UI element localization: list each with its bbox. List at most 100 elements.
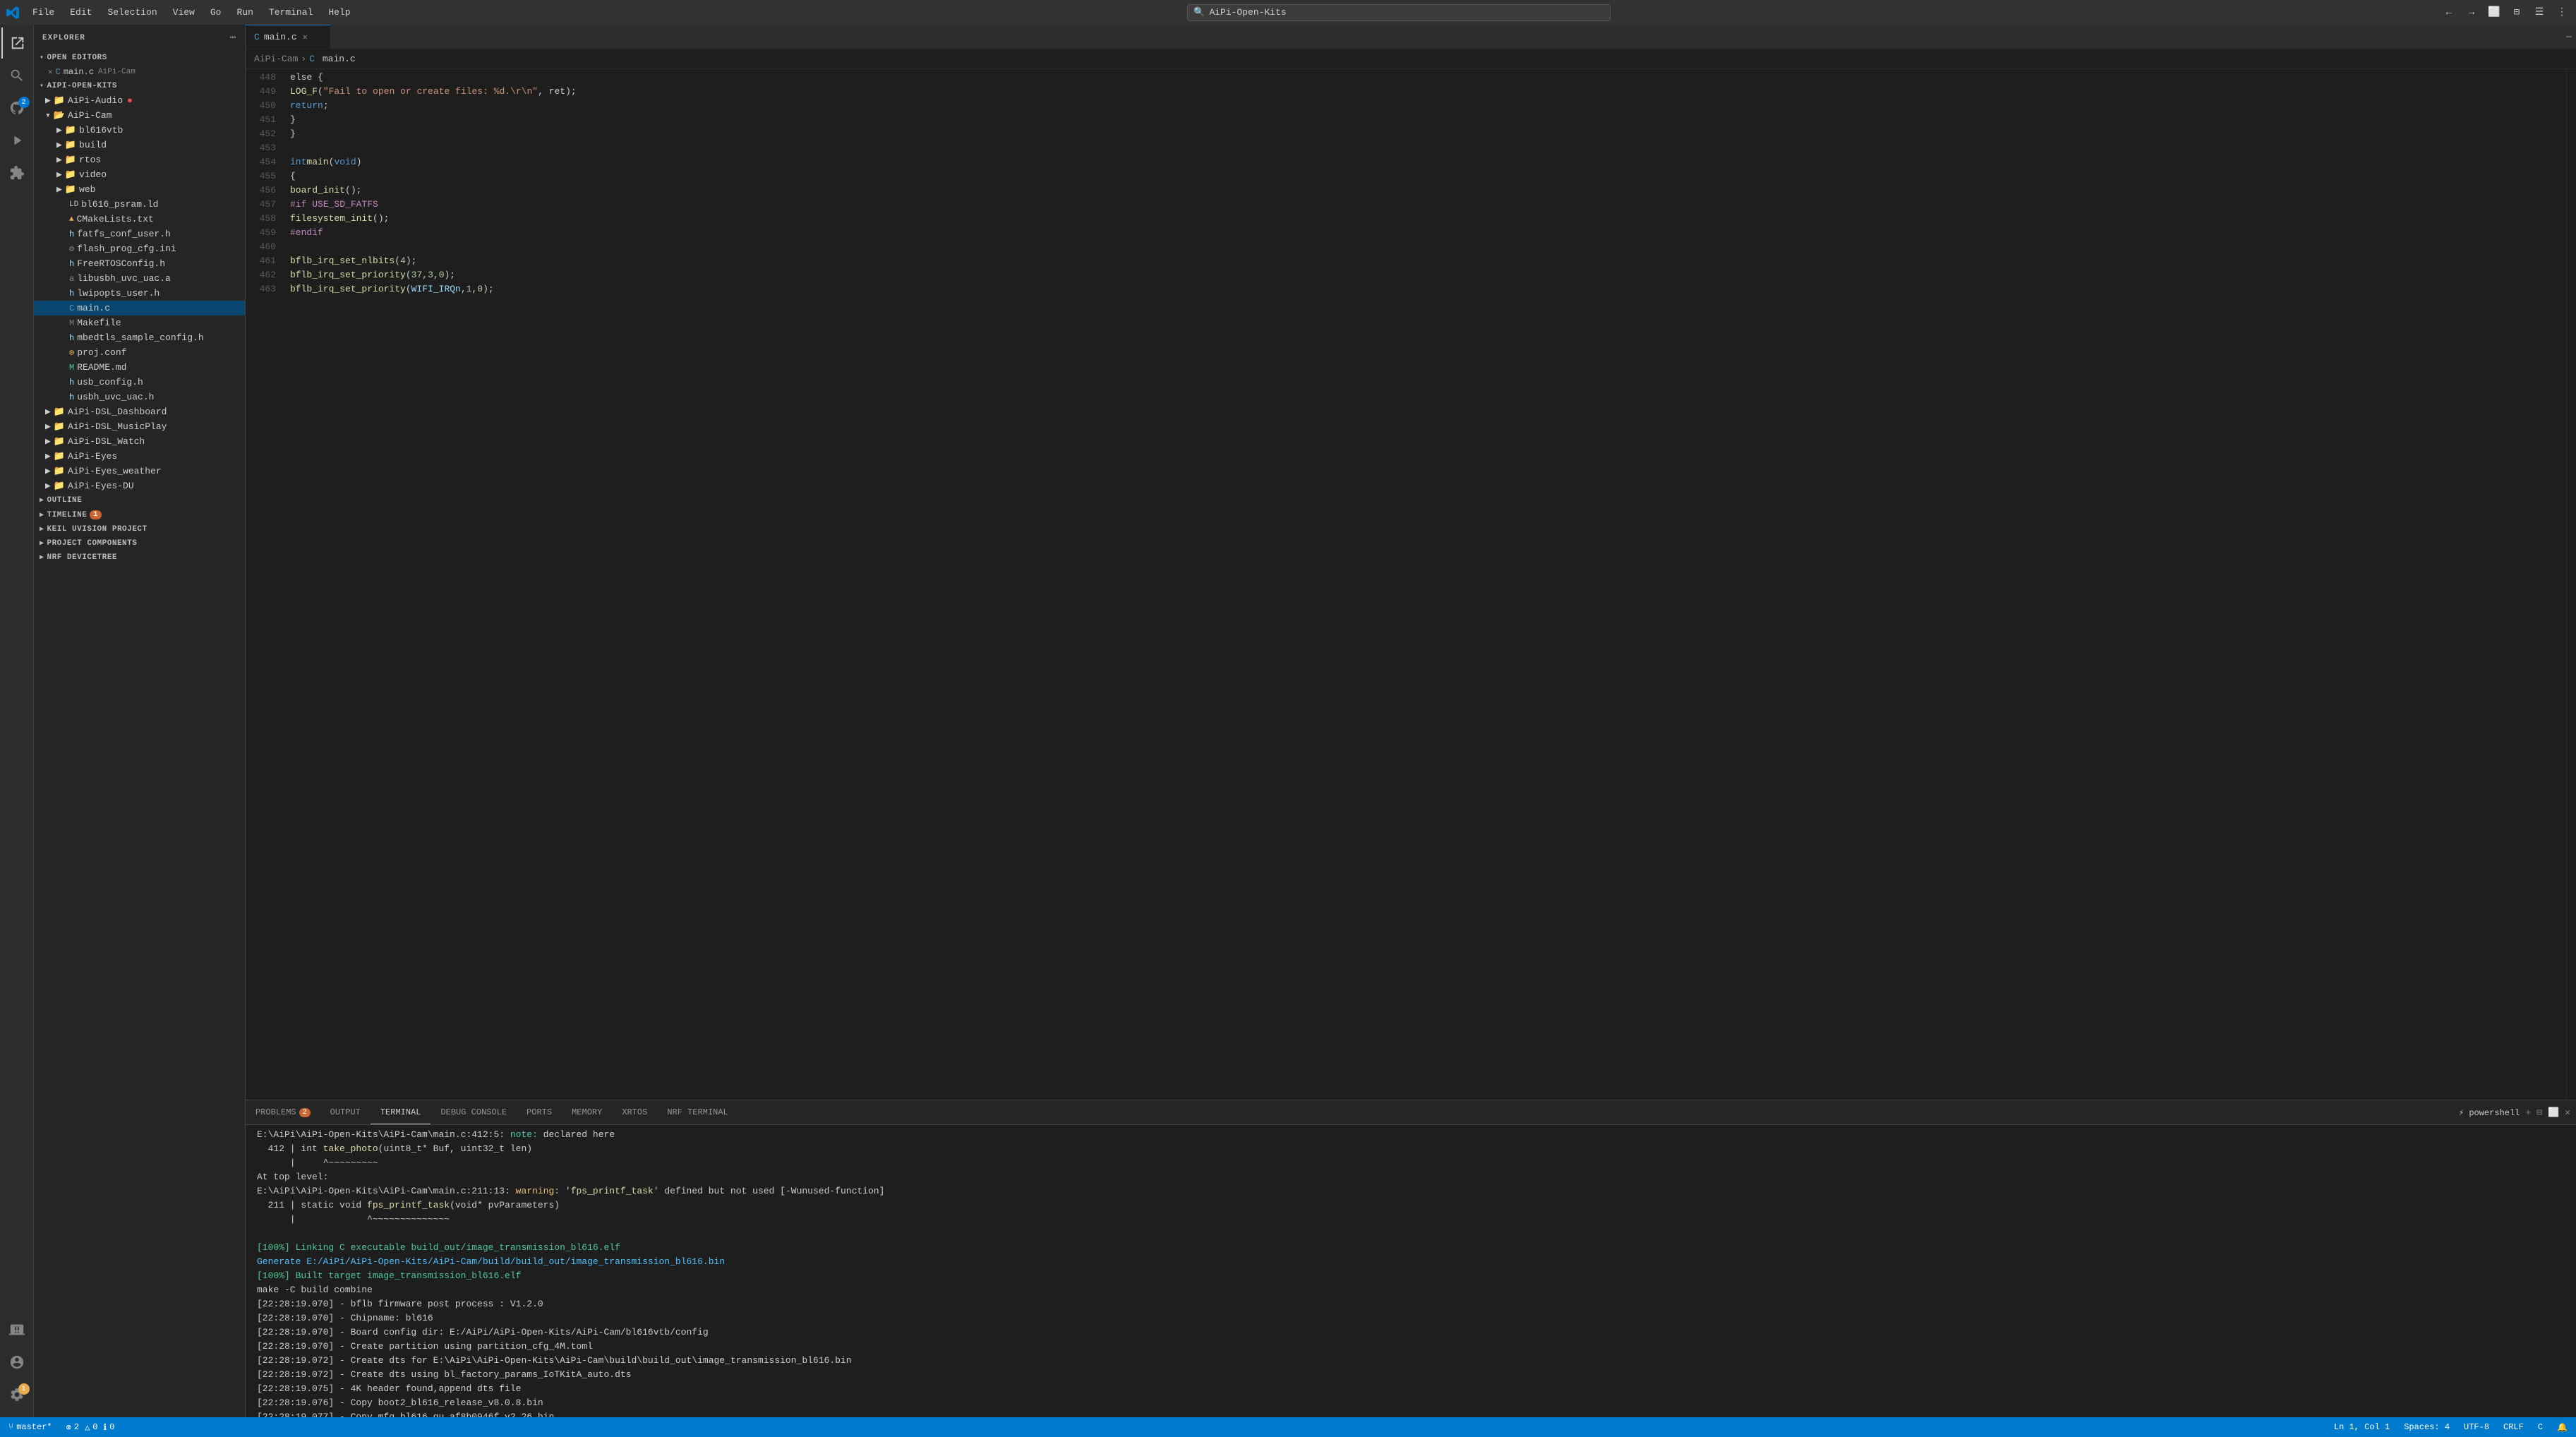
folder-aipi-dsl-dashboard[interactable]: ▶ 📁 AiPi-DSL_Dashboard	[34, 404, 245, 419]
file-usb-config[interactable]: h usb_config.h	[34, 375, 245, 390]
menu-go[interactable]: Go	[203, 4, 229, 20]
file-name: usbh_uvc_uac.h	[77, 392, 154, 402]
outline-section[interactable]: ▶ OUTLINE	[34, 493, 245, 507]
terminal-line: [22:28:19.072] - Create dts for E:\AiPi\…	[246, 1354, 2576, 1368]
more-options-icon[interactable]: ⋯	[230, 32, 236, 44]
extensions-activity-icon[interactable]	[1, 157, 32, 188]
add-terminal-icon[interactable]: +	[2525, 1107, 2531, 1118]
accounts-icon[interactable]	[1, 1347, 32, 1378]
panel-tab-terminal[interactable]: TERMINAL	[371, 1100, 431, 1124]
tab-close-icon[interactable]: ✕	[303, 32, 308, 42]
folder-aipi-eyes-du[interactable]: ▶ 📁 AiPi-Eyes-DU	[34, 479, 245, 493]
branch-indicator[interactable]: ⑂ master*	[6, 1422, 55, 1432]
breadcrumb-part-2[interactable]: C main.c	[309, 54, 355, 64]
folder-aipi-dsl-musicplay[interactable]: ▶ 📁 AiPi-DSL_MusicPlay	[34, 419, 245, 434]
terminal-layout-icon[interactable]: ⬜	[2548, 1107, 2559, 1118]
file-name: bl616_psram.ld	[81, 199, 158, 210]
panel-tab-problems[interactable]: PROBLEMS 2	[246, 1100, 320, 1124]
remote-explorer-activity-icon[interactable]	[1, 1314, 32, 1345]
panel-layout-icon[interactable]: ⬜	[2486, 4, 2503, 21]
file-bl616-psram[interactable]: LD bl616_psram.ld	[34, 197, 245, 212]
nav-forward[interactable]: →	[2463, 4, 2480, 21]
split-terminal-icon[interactable]: ⊟	[2536, 1107, 2542, 1118]
file-fatfs[interactable]: h fatfs_conf_user.h	[34, 227, 245, 241]
nav-back[interactable]: ←	[2440, 4, 2457, 21]
file-readme[interactable]: M README.md	[34, 360, 245, 375]
file-flash-prog[interactable]: ⚙ flash_prog_cfg.ini	[34, 241, 245, 256]
code-line-456: board_init();	[290, 184, 2524, 198]
info-icon: ℹ	[104, 1422, 107, 1433]
panel-tab-xrtos[interactable]: XRTOS	[612, 1100, 657, 1124]
language-indicator[interactable]: C	[2535, 1422, 2546, 1432]
close-panel-icon[interactable]: ✕	[2565, 1107, 2570, 1118]
scrollbar-right[interactable]	[2566, 69, 2576, 1100]
folder-aipi-dsl-watch[interactable]: ▶ 📁 AiPi-DSL_Watch	[34, 434, 245, 449]
terminal-content[interactable]: E:\AiPi\AiPi-Open-Kits\AiPi-Cam\main.c:4…	[246, 1125, 2576, 1417]
search-activity-icon[interactable]	[1, 60, 32, 91]
subfolder-icon: 📁	[65, 184, 76, 195]
folder-build[interactable]: ▶ 📁 build	[34, 138, 245, 152]
menu-file[interactable]: File	[25, 4, 61, 20]
customize-layout-icon[interactable]: ⋮	[2553, 4, 2570, 21]
position-indicator[interactable]: Ln 1, Col 1	[2331, 1422, 2393, 1432]
search-box[interactable]: 🔍 AiPi-Open-Kits	[1187, 4, 1611, 21]
file-name: FreeRTOSConfig.h	[77, 258, 165, 269]
spaces-indicator[interactable]: Spaces: 4	[2401, 1422, 2452, 1432]
folder-name: AiPi-DSL_Watch	[68, 436, 145, 447]
layout-icon[interactable]: ☰	[2531, 4, 2548, 21]
h-icon: h	[69, 289, 74, 299]
tab-main-c[interactable]: C main.c ✕	[246, 25, 330, 49]
menu-selection[interactable]: Selection	[100, 4, 164, 20]
aipi-open-kits-section[interactable]: ▾ AIPI-OPEN-KITS	[34, 79, 245, 93]
file-proj-conf[interactable]: ⚙ proj.conf	[34, 345, 245, 360]
terminal-line: [22:28:19.072] - Create dts using bl_fac…	[246, 1368, 2576, 1382]
folder-web[interactable]: ▶ 📁 web	[34, 182, 245, 197]
code-editor[interactable]: 448 449 450 451 452 453 454 455 456 457 …	[246, 69, 2576, 1100]
menu-terminal[interactable]: Terminal	[262, 4, 320, 20]
folder-aipi-eyes-weather[interactable]: ▶ 📁 AiPi-Eyes_weather	[34, 464, 245, 479]
panel-tab-debug-console[interactable]: DEBUG CONSOLE	[431, 1100, 517, 1124]
folder-bl616vtb[interactable]: ▶ 📁 bl616vtb	[34, 123, 245, 138]
folder-video[interactable]: ▶ 📁 video	[34, 167, 245, 182]
source-control-activity-icon[interactable]: 2	[1, 92, 32, 124]
keil-section[interactable]: ▶ KEIL UVISION PROJECT	[34, 522, 245, 536]
file-main-c[interactable]: C main.c	[34, 301, 245, 315]
eol-indicator[interactable]: CRLF	[2500, 1422, 2527, 1432]
run-debug-activity-icon[interactable]	[1, 125, 32, 156]
folder-aipi-audio[interactable]: ▶ 📁 AiPi-Audio ●	[34, 93, 245, 108]
folder-aipi-cam[interactable]: ▾ 📂 AiPi-Cam	[34, 108, 245, 123]
explorer-activity-icon[interactable]	[1, 28, 32, 59]
errors-indicator[interactable]: ⊗ 2 △ 0 ℹ 0	[64, 1422, 118, 1433]
open-editors-toggle[interactable]: ⋯	[2562, 25, 2576, 49]
open-editors-section[interactable]: ▾ OPEN EDITORS	[34, 51, 245, 65]
file-lwipopts[interactable]: h lwipopts_user.h	[34, 286, 245, 301]
a-icon: a	[69, 274, 74, 284]
encoding-indicator[interactable]: UTF-8	[2461, 1422, 2492, 1432]
settings-activity-icon[interactable]: 1	[1, 1379, 32, 1410]
nrf-devicetree-section[interactable]: ▶ NRF DEVICETREE	[34, 551, 245, 565]
file-libusbh[interactable]: a libusbh_uvc_uac.a	[34, 271, 245, 286]
close-editor-icon[interactable]: ✕	[48, 67, 53, 77]
menu-help[interactable]: Help	[321, 4, 357, 20]
file-freertos[interactable]: h FreeRTOSConfig.h	[34, 256, 245, 271]
file-cmakelists[interactable]: ▲ CMakeLists.txt	[34, 212, 245, 227]
panel-tab-nrf-terminal[interactable]: NRF TERMINAL	[657, 1100, 738, 1124]
panel-tab-memory[interactable]: MEMORY	[562, 1100, 612, 1124]
panel-tab-output[interactable]: OUTPUT	[320, 1100, 371, 1124]
breadcrumb-part-1[interactable]: AiPi-Cam	[254, 54, 298, 64]
folder-aipi-eyes[interactable]: ▶ 📁 AiPi-Eyes	[34, 449, 245, 464]
project-components-label: PROJECT COMPONENTS	[47, 539, 138, 548]
menu-run[interactable]: Run	[229, 4, 260, 20]
file-usbh-uvc[interactable]: h usbh_uvc_uac.h	[34, 390, 245, 404]
panel-tab-ports[interactable]: PORTS	[517, 1100, 562, 1124]
project-components-section[interactable]: ▶ PROJECT COMPONENTS	[34, 536, 245, 551]
timeline-section[interactable]: ▶ TIMELINE 1	[34, 507, 245, 522]
menu-view[interactable]: View	[166, 4, 202, 20]
file-makefile[interactable]: M Makefile	[34, 315, 245, 330]
notifications-icon[interactable]: 🔔	[2554, 1422, 2570, 1433]
menu-edit[interactable]: Edit	[63, 4, 99, 20]
file-mbedtls[interactable]: h mbedtls_sample_config.h	[34, 330, 245, 345]
folder-rtos[interactable]: ▶ 📁 rtos	[34, 152, 245, 167]
open-editor-main-c[interactable]: ✕ C main.c AiPi-Cam	[34, 65, 245, 79]
split-editor-icon[interactable]: ⊟	[2508, 4, 2525, 21]
